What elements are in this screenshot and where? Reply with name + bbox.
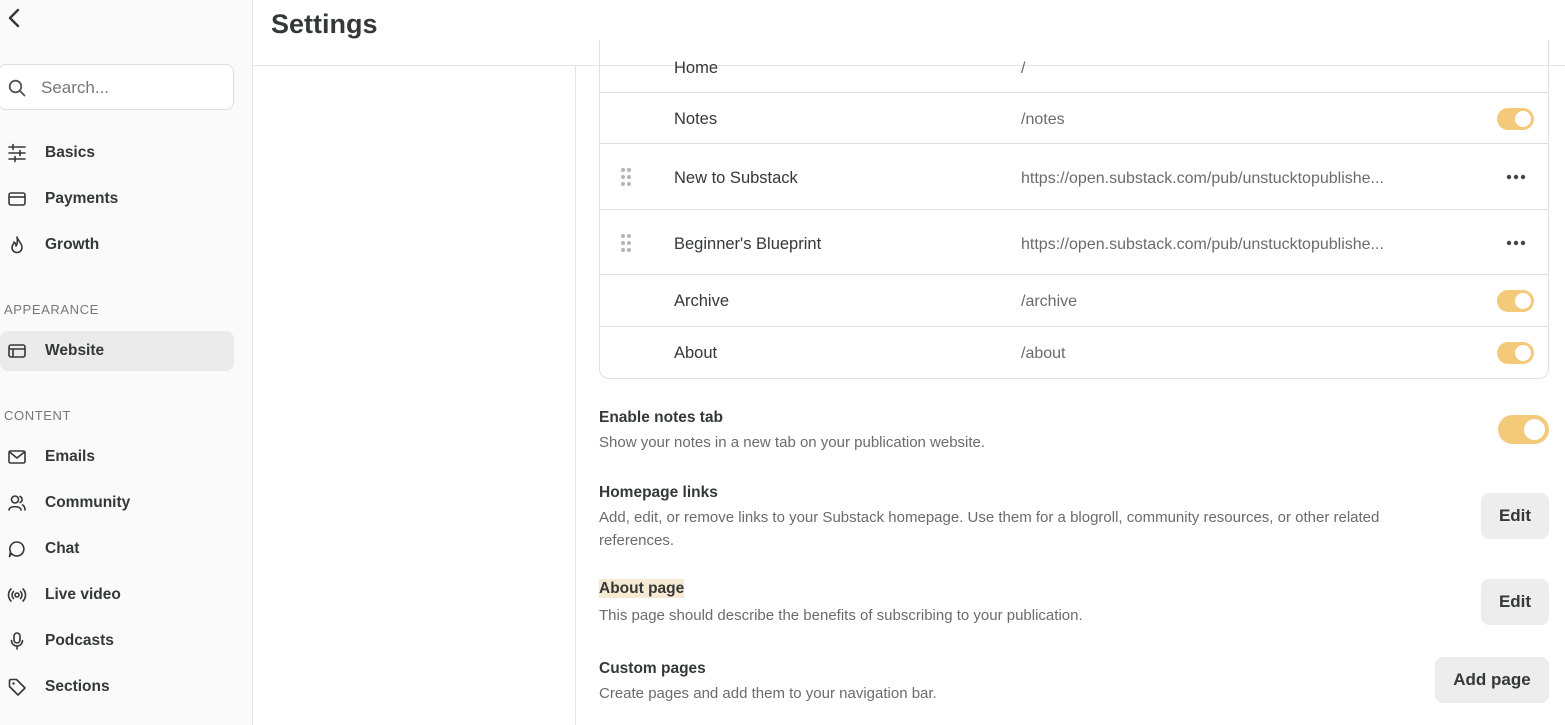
tag-icon <box>8 678 26 696</box>
nav-row-path: /archive <box>1021 293 1078 310</box>
navigation-table: Home / Notes /notes New to Substack http… <box>599 40 1549 379</box>
nav-row-name: Archive <box>674 292 730 310</box>
sidebar-item-label: Basics <box>45 144 95 161</box>
notes-toggle[interactable] <box>1497 108 1534 130</box>
about-toggle[interactable] <box>1497 342 1534 364</box>
chat-bubble-icon <box>8 541 25 558</box>
nav-row-name: About <box>674 344 718 362</box>
sidebar-item-label: Live video <box>45 586 121 603</box>
notes-tab-title: Enable notes tab <box>599 409 724 426</box>
browser-window-icon <box>8 344 26 358</box>
search-icon <box>8 79 26 97</box>
sidebar-item-label: Chat <box>45 540 80 557</box>
about-page-edit-button[interactable]: Edit <box>1481 579 1549 625</box>
sidebar-item-website[interactable]: Website <box>0 331 234 371</box>
more-options-button[interactable] <box>1504 233 1528 253</box>
sidebar-item-sections[interactable]: Sections <box>0 667 234 707</box>
search-box <box>0 64 234 110</box>
nav-row-path: https://open.substack.com/pub/unstucktop… <box>1021 236 1384 253</box>
mail-icon <box>8 450 26 464</box>
more-options-button[interactable] <box>1504 167 1528 187</box>
custom-pages-description: Create pages and add them to your naviga… <box>599 685 937 702</box>
nav-row-beginners-blueprint: Beginner's Blueprint https://open.substa… <box>600 209 1548 275</box>
nav-row-archive: Archive /archive <box>600 274 1548 327</box>
add-page-button[interactable]: Add page <box>1435 657 1549 703</box>
drag-handle-icon[interactable] <box>619 167 633 187</box>
sidebar: Basics Payments Growth APPEARANCE Websit… <box>0 0 253 725</box>
sidebar-item-label: Community <box>45 494 131 511</box>
archive-toggle[interactable] <box>1497 290 1534 312</box>
more-horizontal-icon <box>1506 174 1526 180</box>
page-title: Settings <box>271 9 378 39</box>
section-label-appearance: APPEARANCE <box>4 302 99 317</box>
nav-row-name: Beginner's Blueprint <box>674 235 822 253</box>
nav-row-path: /notes <box>1021 111 1065 128</box>
sidebar-item-growth[interactable]: Growth <box>0 225 234 265</box>
homepage-links-description: Add, edit, or remove links to your Subst… <box>599 509 1380 549</box>
custom-pages-title: Custom pages <box>599 660 706 677</box>
nav-row-notes: Notes /notes <box>600 92 1548 144</box>
sidebar-item-label: Growth <box>45 236 100 253</box>
sidebar-item-label: Payments <box>45 190 119 207</box>
section-label-content: CONTENT <box>4 408 72 423</box>
about-page-title: About page <box>599 579 685 598</box>
flame-icon <box>11 236 23 254</box>
sidebar-item-live-video[interactable]: Live video <box>0 575 234 615</box>
nav-row-name: Notes <box>674 110 718 128</box>
users-icon <box>8 495 26 511</box>
sidebar-item-basics[interactable]: Basics <box>0 133 234 173</box>
drag-handle-icon[interactable] <box>619 233 633 253</box>
microphone-icon <box>10 632 24 650</box>
nav-row-new-to-substack: New to Substack https://open.substack.co… <box>600 143 1548 210</box>
sidebar-item-label: Website <box>45 342 105 359</box>
credit-card-icon <box>8 192 26 206</box>
sidebar-item-podcasts[interactable]: Podcasts <box>0 621 234 661</box>
nav-row-path: https://open.substack.com/pub/unstucktop… <box>1021 170 1384 187</box>
homepage-links-title: Homepage links <box>599 484 718 501</box>
nav-row-name: New to Substack <box>674 169 798 187</box>
sidebar-item-payments[interactable]: Payments <box>0 179 234 219</box>
content-divider <box>575 66 576 725</box>
back-button[interactable] <box>4 7 24 29</box>
about-page-description: This page should describe the benefits o… <box>599 607 1083 624</box>
about-page-title-text: About page <box>599 579 685 598</box>
chevron-left-icon <box>8 8 20 28</box>
sidebar-item-label: Emails <box>45 448 95 465</box>
enable-notes-tab-toggle[interactable] <box>1498 415 1549 444</box>
broadcast-icon <box>7 588 27 602</box>
nav-row-about: About /about <box>600 326 1548 378</box>
sidebar-item-community[interactable]: Community <box>0 483 234 523</box>
notes-tab-description: Show your notes in a new tab on your pub… <box>599 434 986 451</box>
homepage-links-edit-button[interactable]: Edit <box>1481 493 1549 539</box>
nav-row-name: Home <box>674 59 719 77</box>
sidebar-item-label: Podcasts <box>45 632 114 649</box>
nav-row-path: /about <box>1021 345 1066 362</box>
sliders-icon <box>8 143 26 163</box>
nav-row-path: / <box>1021 60 1026 77</box>
nav-row-home: Home / <box>600 40 1548 93</box>
more-horizontal-icon <box>1506 240 1526 246</box>
search-input[interactable] <box>41 75 221 101</box>
sidebar-item-chat[interactable]: Chat <box>0 529 234 569</box>
sidebar-item-label: Sections <box>45 678 110 695</box>
sidebar-item-emails[interactable]: Emails <box>0 437 234 477</box>
